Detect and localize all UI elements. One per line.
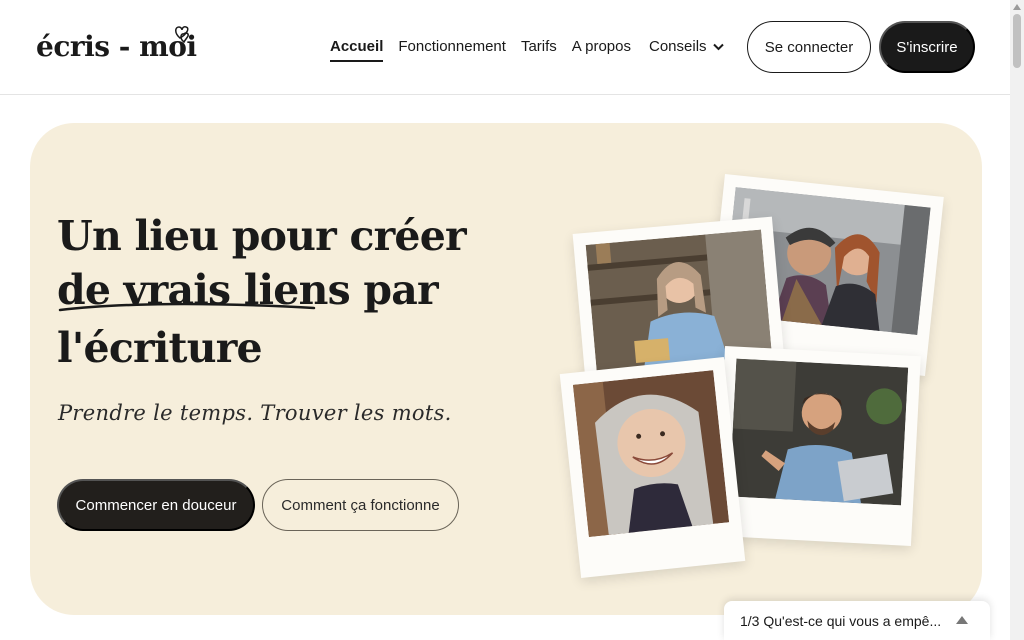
nav-item-a-propos[interactable]: A propos xyxy=(572,38,631,55)
scroll-up-arrow-icon[interactable] xyxy=(1013,4,1021,10)
polaroid-photo-man-tablet xyxy=(715,346,921,546)
man-with-tablet-photo xyxy=(729,358,909,506)
nav-item-conseils[interactable]: Conseils xyxy=(649,38,724,55)
start-gently-button[interactable]: Commencer en douceur xyxy=(57,479,255,531)
hero-title-line-3: l'écriture xyxy=(57,324,263,372)
hero-section: Un lieu pour créer de vrais liens par l'… xyxy=(30,123,982,615)
nav-item-conseils-label: Conseils xyxy=(649,38,707,55)
nav-item-accueil[interactable]: Accueil xyxy=(330,38,384,62)
expand-up-arrow-icon[interactable] xyxy=(956,616,968,624)
page-scrollbar[interactable] xyxy=(1010,0,1024,640)
nav-item-tarifs[interactable]: Tarifs xyxy=(521,38,557,55)
scroll-thumb[interactable] xyxy=(1013,14,1021,68)
title-underline-decoration xyxy=(58,302,316,312)
main-nav: Accueil Fonctionnement Tarifs A propos C… xyxy=(330,38,739,62)
smiling-woman-scarf-photo xyxy=(572,370,730,538)
login-button[interactable]: Se connecter xyxy=(747,21,871,73)
hero-tagline: Prendre le temps. Trouver les mots. xyxy=(58,401,452,425)
chevron-down-icon xyxy=(712,43,724,50)
hero-title: Un lieu pour créer de vrais liens par l'… xyxy=(57,209,477,375)
survey-popup-tab[interactable]: 1/3 Qu'est-ce qui vous a empê... xyxy=(724,601,990,640)
signup-button[interactable]: S'inscrire xyxy=(879,21,975,73)
how-it-works-button[interactable]: Comment ça fonctionne xyxy=(262,479,459,531)
survey-popup-text: 1/3 Qu'est-ce qui vous a empê... xyxy=(740,612,942,629)
heart-logo-icon xyxy=(175,26,189,44)
hero-title-line-1: Un lieu pour créer xyxy=(57,212,467,260)
site-header: écris - moi Accueil Fonctionnement Tarif… xyxy=(0,0,1010,95)
polaroid-photo-smiling-woman xyxy=(559,356,746,579)
nav-item-fonctionnement[interactable]: Fonctionnement xyxy=(398,38,506,55)
